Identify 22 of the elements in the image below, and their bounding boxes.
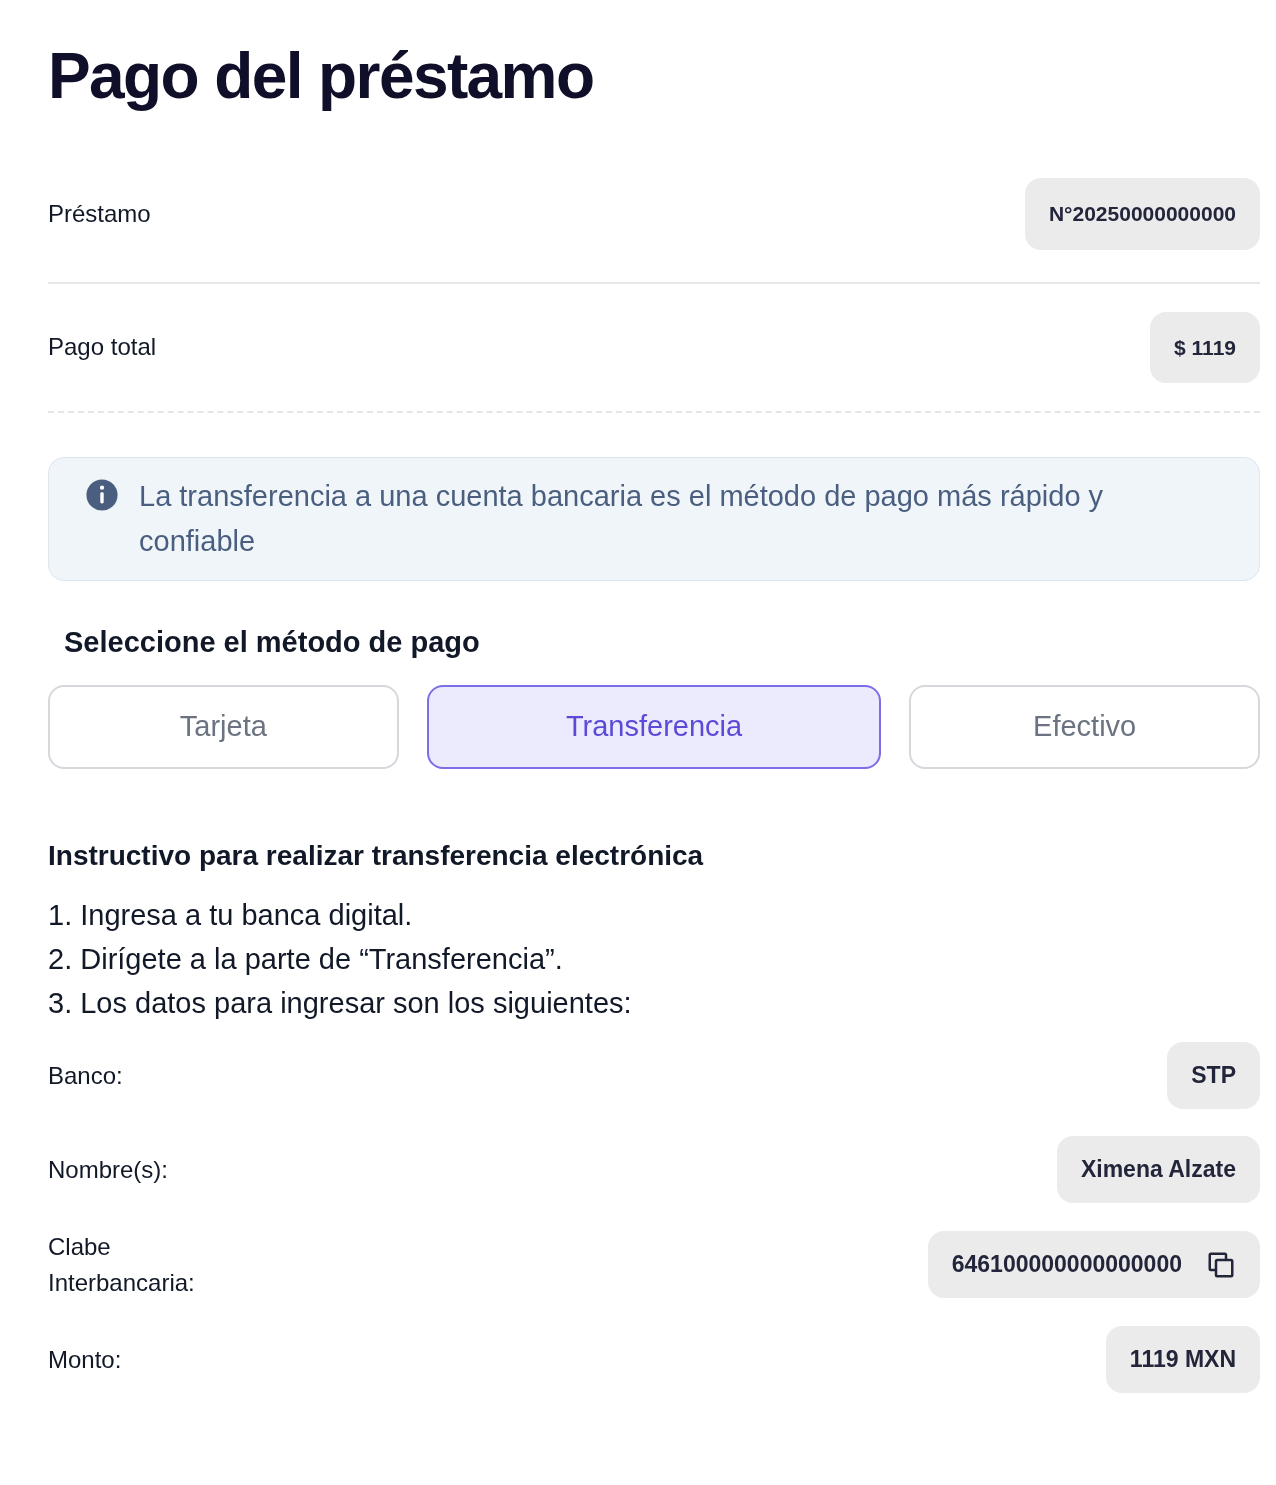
- detail-label: Nombre(s):: [48, 1154, 168, 1185]
- section-heading: Seleccione el método de pago: [64, 625, 481, 660]
- payment-method-tab[interactable]: Efectivo: [909, 684, 1260, 769]
- instructions-heading: Instructivo para realizar transferencia electrónica: [48, 838, 705, 873]
- detail-value-text: 646100000000000000: [951, 1250, 1182, 1280]
- detail-label: Clabe Interbancaria:: [48, 1231, 196, 1298]
- payment-method-tab[interactable]: Transferencia: [426, 684, 882, 769]
- instruction-step: 3. Los datos para ingresar son los siguientes:: [48, 980, 1260, 1025]
- detail-value-text: 1119 MXN: [1129, 1345, 1236, 1375]
- summary-label: Pago total: [48, 332, 157, 363]
- summary-label: Préstamo: [48, 198, 151, 229]
- summary-value: $ 1119: [1150, 311, 1260, 383]
- payment-method-tab[interactable]: Tarjeta: [48, 684, 399, 769]
- detail-label: Banco:: [48, 1060, 123, 1091]
- detail-value-text: STP: [1191, 1061, 1236, 1091]
- info-text: La transferencia a una cuenta bancaria es el método de pago más rápido y confiable: [139, 479, 1105, 559]
- instruction-step: 1. Ingresa a tu banca digital.: [48, 892, 1260, 937]
- info-icon: [85, 478, 119, 512]
- instruction-step: 2. Dirígete a la parte de “Transferencia”.: [48, 936, 1260, 981]
- detail-label: Monto:: [48, 1344, 122, 1375]
- summary-value: N°20250000000000: [1024, 178, 1260, 250]
- detail-value-text: Ximena Alzate: [1080, 1155, 1236, 1185]
